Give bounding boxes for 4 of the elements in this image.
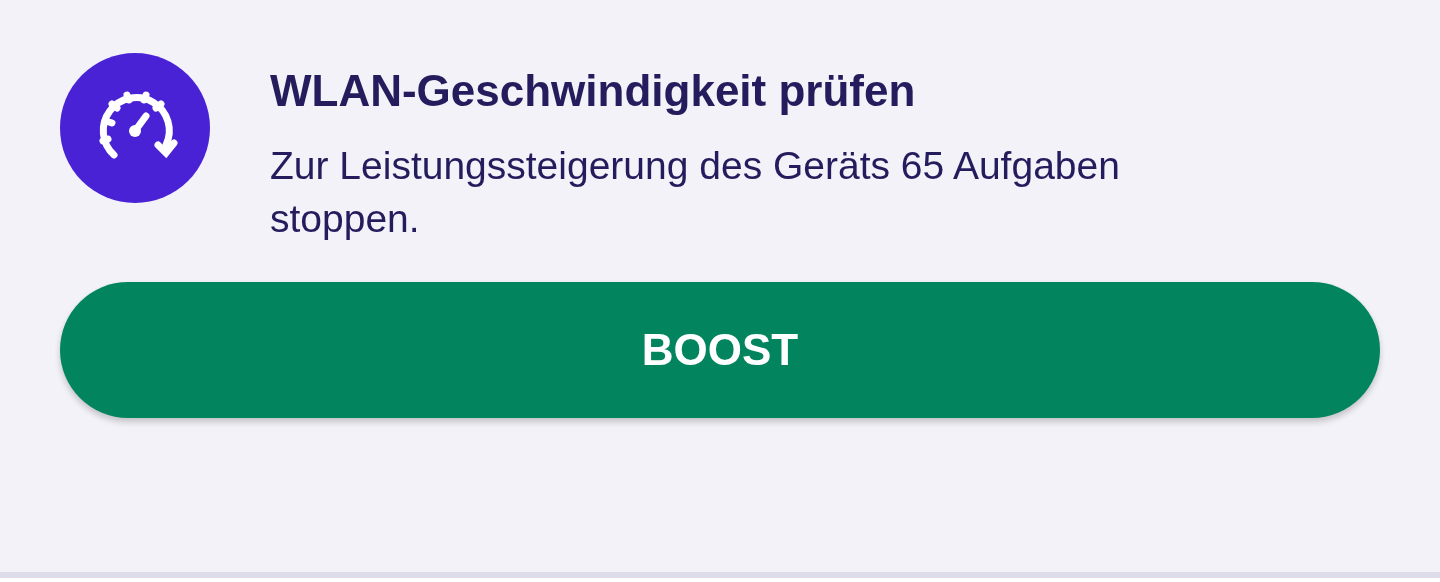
speedometer-icon	[60, 53, 210, 203]
boost-button[interactable]: BOOST	[60, 282, 1380, 418]
card-title: WLAN-Geschwindigkeit prüfen	[270, 65, 917, 117]
card-description: Zur Leistungssteigerung des Geräts 65 Aufgaben stoppen.	[270, 143, 1121, 242]
